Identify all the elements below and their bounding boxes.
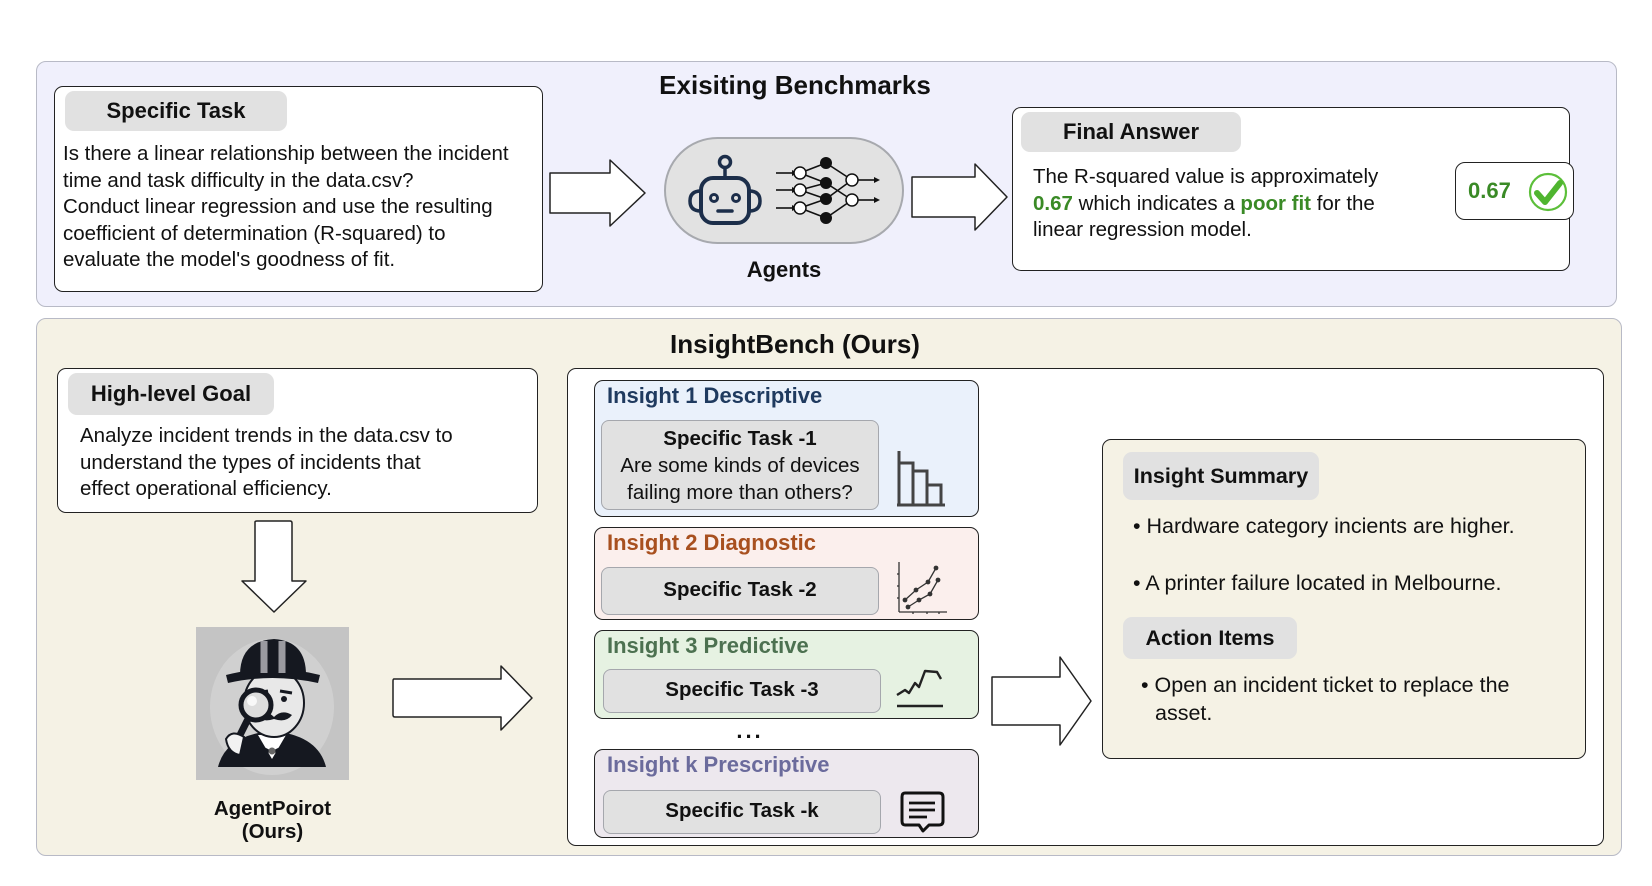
specific-task-2-chip: Specific Task -2 (601, 567, 879, 615)
task-line: coefficient of determination (R-squared)… (63, 221, 446, 245)
insight-k-card: Insight k Prescriptive Specific Task -k (594, 749, 979, 838)
check-circle-icon (1528, 172, 1568, 212)
agentpoirot-label: AgentPoirot (Ours) (196, 797, 349, 843)
trend-line-icon (896, 669, 943, 708)
insight-2-title: Insight 2 Diagnostic (607, 530, 817, 555)
answer-text: for the (1311, 191, 1375, 215)
task-line: Conduct linear regression and use the re… (63, 195, 493, 218)
agents-label: Agents (746, 257, 822, 282)
specific-task-3-chip: Specific Task -3 (603, 669, 881, 713)
action-item: • Open an incident ticket to replace the… (1141, 673, 1510, 725)
task-line: time and task difficulty in the data.csv… (63, 168, 414, 192)
detective-icon (210, 639, 334, 775)
answer-highlight: poor fit (1240, 191, 1312, 215)
high-level-goal-card: High-level Goal Analyze incident trends … (57, 368, 538, 513)
agent-sub: (Ours) (241, 820, 304, 843)
specific-task-text: Is there a linear relationship between t… (63, 141, 543, 274)
answer-text: which indicates a (1072, 191, 1241, 215)
final-answer-text: The R-squared value is approximately 0.6… (1033, 164, 1433, 244)
goal-line: understand the types of incidents that (80, 450, 421, 474)
answer-line: linear regression model. (1033, 218, 1252, 241)
insight-1-title: Insight 1 Descriptive (607, 383, 823, 408)
answer-value: 0.67 (1033, 191, 1073, 215)
right-arrow-icon (991, 656, 1092, 746)
ellipsis: ... (736, 718, 764, 743)
message-icon (900, 791, 945, 833)
goal-line: effect operational efficiency. (80, 477, 332, 500)
insight-summary-header: Insight Summary (1123, 452, 1319, 500)
summary-bullet: • A printer failure located in Melbourne… (1133, 571, 1502, 595)
action-item-text: asset. (1155, 701, 1213, 725)
insightbench-title: InsightBench (Ours) (670, 329, 920, 359)
specific-task-1-chip: Specific Task -1 Are some kinds of devic… (601, 420, 879, 510)
insight-3-card: Insight 3 Predictive Specific Task -3 (594, 630, 979, 719)
specific-task-1-question: failing more than others? (627, 481, 853, 504)
insight-2-card: Insight 2 Diagnostic Specific Task -2 (594, 527, 979, 620)
answer-line: The R-squared value is approximately (1033, 165, 1379, 188)
high-level-goal-text: Analyze incident trends in the data.csv … (80, 423, 530, 503)
goal-line: Analyze incident trends in the data.csv … (80, 424, 453, 447)
summary-bullet-text: Hardware category incients are higher. (1146, 514, 1515, 538)
summary-bullet-text: A printer failure located in Melbourne. (1145, 571, 1502, 595)
task-line: Is there a linear relationship between t… (63, 142, 509, 165)
insight-summary-card: Insight Summary • Hardware category inci… (1102, 439, 1586, 759)
insight-1-card: Insight 1 Descriptive Specific Task -1 A… (594, 380, 979, 517)
agentpoirot-avatar (196, 627, 349, 780)
specific-task-header: Specific Task (65, 91, 287, 131)
action-items-header: Action Items (1123, 617, 1297, 659)
specific-task-card: Specific Task Is there a linear relation… (54, 86, 543, 292)
existing-benchmarks-title: Exisiting Benchmarks (659, 70, 931, 100)
neural-network-icon (776, 157, 880, 224)
right-arrow-icon (392, 665, 533, 731)
specific-task-1-question: Are some kinds of devices (620, 454, 860, 477)
scatter-line-icon (897, 562, 947, 614)
action-item-text: Open an incident ticket to replace the (1154, 673, 1510, 697)
specific-task-k-chip: Specific Task -k (603, 790, 881, 834)
score-badge: 0.67 (1455, 162, 1574, 220)
specific-task-1-label: Specific Task -1 (663, 427, 817, 450)
right-arrow-icon (911, 163, 1008, 231)
score-value: 0.67 (1468, 178, 1511, 203)
insight-3-title: Insight 3 Predictive (607, 633, 809, 658)
robot-icon (688, 154, 762, 225)
insight-k-title: Insight k Prescriptive (607, 752, 830, 777)
summary-bullet: • Hardware category incients are higher. (1133, 514, 1515, 538)
bar-chart-icon (897, 451, 945, 507)
agent-name: AgentPoirot (213, 797, 332, 820)
final-answer-header: Final Answer (1021, 112, 1241, 152)
agents-pill (664, 137, 904, 244)
right-arrow-icon (549, 159, 646, 227)
high-level-goal-header: High-level Goal (68, 373, 274, 415)
answer-line: 0.67 which indicates a poor fit for the (1033, 191, 1433, 218)
down-arrow-icon (241, 520, 307, 613)
task-line: evaluate the model's goodness of fit. (63, 248, 396, 271)
